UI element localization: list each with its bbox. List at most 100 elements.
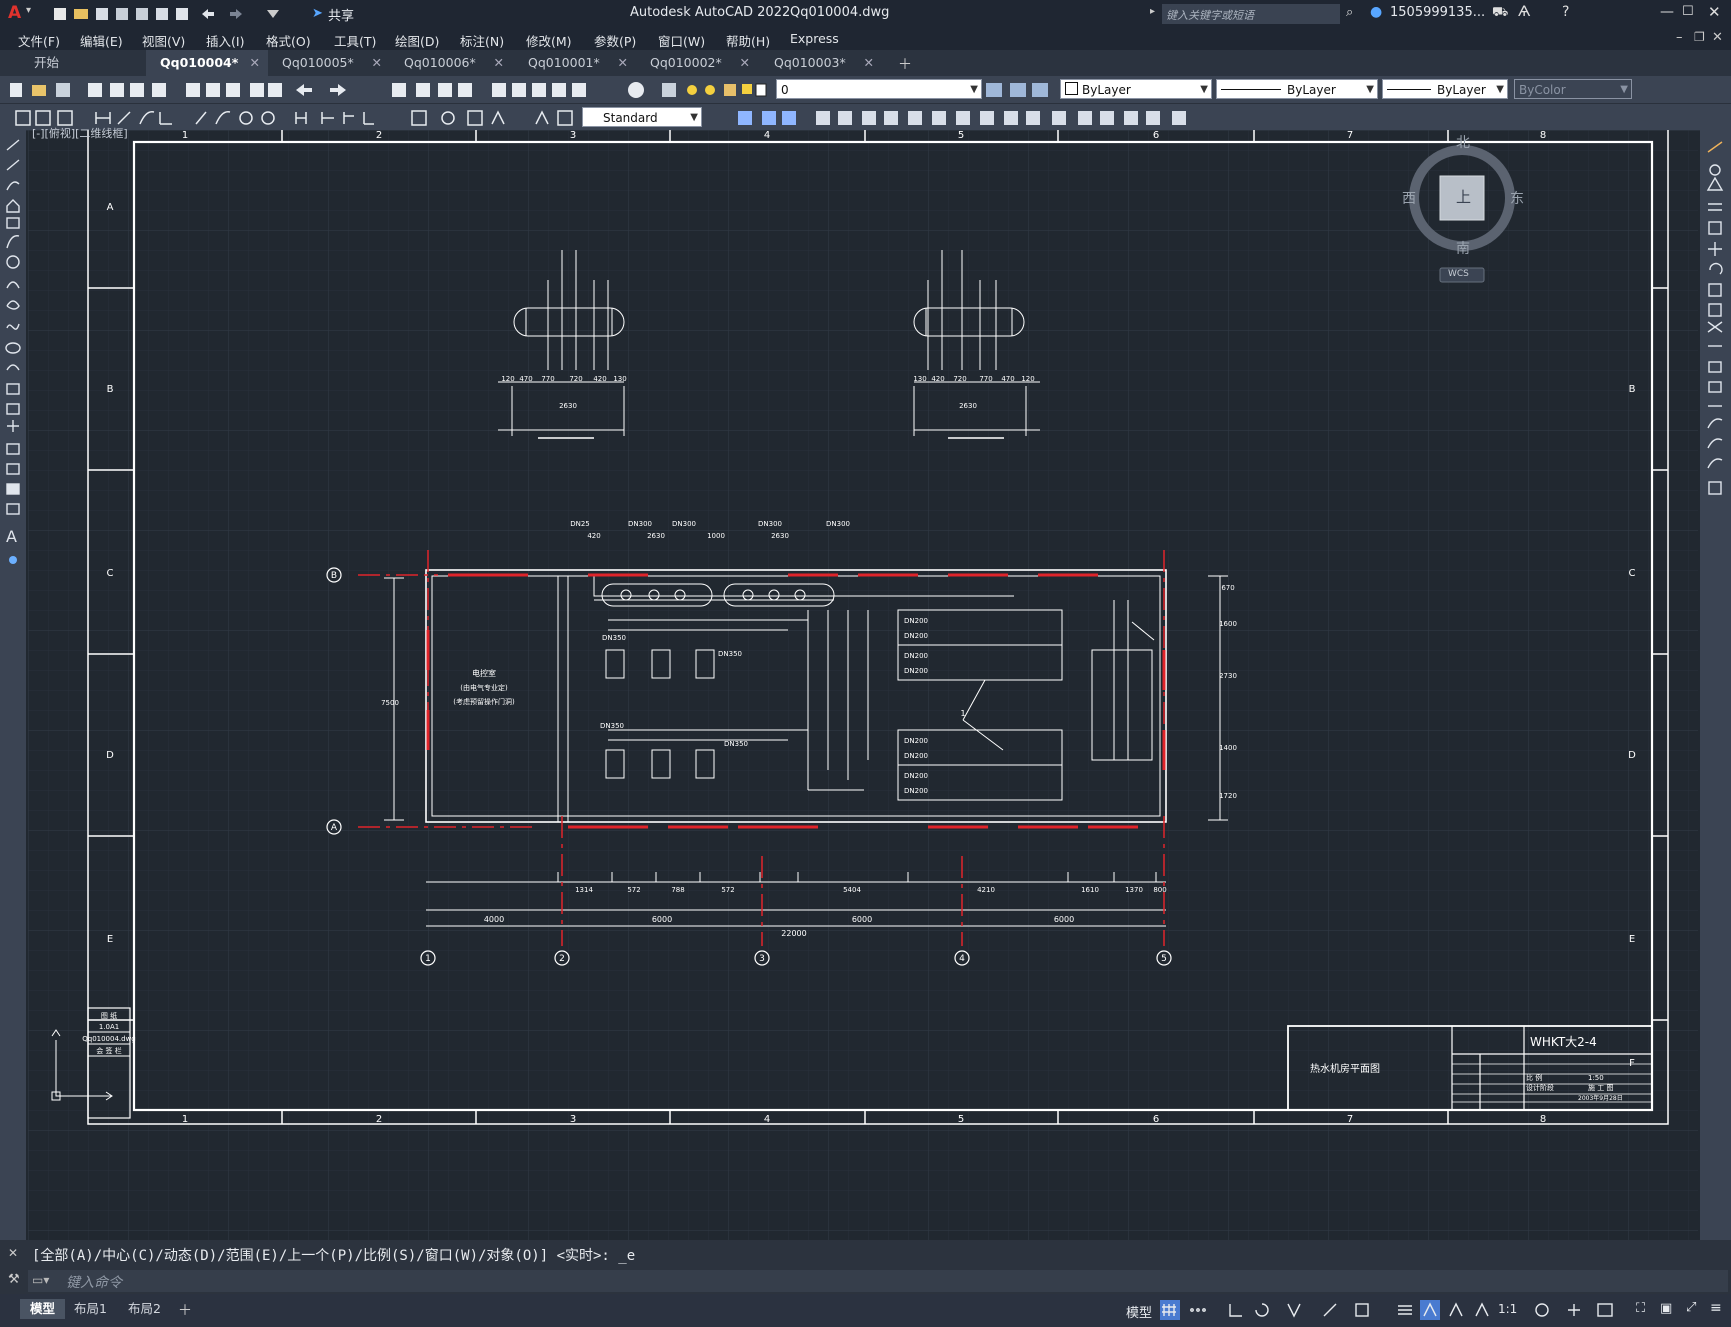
tab-close-icon[interactable]: ✕ (494, 50, 504, 76)
menu-parametric[interactable]: 参数(P) (594, 31, 636, 50)
modify-toolbar-icons[interactable] (706, 108, 1206, 128)
customize-icon[interactable]: ≡ (1710, 1300, 1722, 1316)
viewcube-top-face[interactable]: 上 (1456, 186, 1471, 207)
tab-qq010005[interactable]: Qq010005* ✕ (268, 50, 390, 76)
text-style-dropdown[interactable]: Standard ▼ (582, 107, 702, 127)
layer-tools-icons[interactable] (660, 80, 770, 100)
axis-letter: A (331, 823, 338, 833)
tab-qq010006[interactable]: Qq010006* ✕ (390, 50, 512, 76)
tab-model[interactable]: 模型 (20, 1299, 66, 1319)
pipe-size-label: DN200 (904, 752, 928, 760)
viewcube[interactable]: 北 南 东 西 上 WCS (1398, 135, 1528, 286)
scale-value: 1:50 (1588, 1074, 1604, 1082)
chevron-down-icon: ▼ (1496, 84, 1504, 95)
tab-qq010003[interactable]: Qq010003* ✕ (760, 50, 882, 76)
lineweight-preview (1387, 89, 1431, 90)
cart-icon[interactable]: ⛟ (1492, 5, 1508, 22)
user-name[interactable]: 1505999135... (1390, 5, 1485, 20)
search-box[interactable]: 键入关键字或短语 (1162, 4, 1340, 24)
menu-draw[interactable]: 绘图(D) (395, 31, 439, 50)
viewcube-north[interactable]: 北 (1456, 132, 1470, 152)
menu-file[interactable]: 文件(F) (18, 31, 60, 50)
share-button[interactable]: 共享 (328, 5, 354, 24)
menu-edit[interactable]: 编辑(E) (80, 31, 123, 50)
lineweight-dropdown[interactable]: ByLayer ▼ (1382, 79, 1508, 99)
doc-restore-icon[interactable]: ❐ (1694, 30, 1705, 44)
viewcube-south[interactable]: 南 (1456, 238, 1470, 258)
layer-state-icons[interactable] (984, 80, 1054, 100)
menu-format[interactable]: 格式(O) (266, 31, 311, 50)
autodesk-icon[interactable]: Ѧ (1518, 4, 1530, 20)
top-dimension: 2630 (771, 532, 789, 540)
quick-access-icons[interactable] (52, 6, 282, 22)
chevron-down-icon[interactable]: ▾ (26, 5, 31, 16)
modify-tools-icons[interactable] (1700, 130, 1731, 550)
model-space-button[interactable]: 模型 (1126, 1302, 1152, 1321)
add-layout-icon[interactable]: ＋ (178, 1300, 192, 1320)
viewport-controls[interactable]: [-][俯视][二维线框] (32, 125, 128, 141)
viewcube-west[interactable]: 西 (1402, 188, 1416, 208)
layer-dropdown[interactable]: 0 ▼ (776, 79, 982, 99)
modify-toolbar-right (1700, 130, 1731, 1240)
file-tabs: 开始 Qq010004* ✕ Qq010005* ✕ Qq010006* ✕ Qq01… (0, 50, 1731, 76)
new-tab-icon[interactable]: ＋ (898, 54, 912, 74)
tank-dim: 720 (953, 375, 966, 383)
axis-number: 5 (1161, 954, 1167, 964)
autocad-logo-icon[interactable]: A (8, 3, 21, 23)
tab-close-icon[interactable]: ✕ (372, 50, 382, 76)
doc-minimize-icon[interactable]: – (1676, 30, 1683, 45)
col-label: 5 (958, 1114, 964, 1125)
hardware-icon[interactable]: ▣ (1660, 1301, 1672, 1316)
user-icon[interactable]: ● (1370, 4, 1382, 20)
tab-close-icon[interactable]: ✕ (740, 50, 750, 76)
menu-window[interactable]: 窗口(W) (658, 31, 705, 50)
model-space[interactable]: 1 2 3 4 5 6 7 8 1 2 3 4 5 6 7 8 A B C D … (28, 130, 1698, 1240)
status-toggles[interactable] (1158, 1300, 1628, 1322)
annotation-scale[interactable]: 1:1 (1498, 1302, 1517, 1316)
share-icon[interactable]: ➤ (312, 6, 323, 21)
menu-express[interactable]: Express (790, 31, 839, 46)
command-prompt-icon[interactable]: ▭▾ (32, 1273, 49, 1287)
doc-close-icon[interactable]: ✕ (1712, 30, 1723, 45)
plotstyle-dropdown[interactable]: ByColor ▼ (1514, 79, 1632, 99)
tab-layout1[interactable]: 布局1 (64, 1299, 117, 1319)
tab-qq010001[interactable]: Qq010001* ✕ (514, 50, 636, 76)
close-icon[interactable]: ✕ (1708, 3, 1721, 21)
tab-qq010004[interactable]: Qq010004* ✕ (146, 50, 268, 76)
wcs-menu[interactable]: WCS (1448, 269, 1469, 279)
tab-close-icon[interactable]: ✕ (864, 50, 874, 76)
isolate-icon[interactable]: ⛶ (1636, 1301, 1645, 1316)
close-icon[interactable]: ✕ (8, 1246, 18, 1260)
tab-start[interactable]: 开始 (20, 50, 148, 76)
minimize-icon[interactable]: — (1660, 4, 1674, 20)
menu-tools[interactable]: 工具(T) (334, 31, 376, 50)
linetype-dropdown[interactable]: ByLayer ▼ (1216, 79, 1378, 99)
command-input[interactable]: ▭▾ 键入命令 (28, 1270, 1728, 1292)
tab-label: Qq010002* (650, 55, 722, 70)
menu-insert[interactable]: 插入(I) (206, 31, 244, 50)
tab-label: Qq010004* (160, 55, 239, 70)
pipe-size-label: DN300 (628, 520, 652, 528)
tab-close-icon[interactable]: ✕ (618, 50, 628, 76)
col-label: 4 (764, 130, 770, 141)
menu-help[interactable]: 帮助(H) (726, 31, 770, 50)
menu-view[interactable]: 视图(V) (142, 31, 185, 50)
fullscreen-icon[interactable]: ⤢ (1686, 1300, 1696, 1315)
viewcube-east[interactable]: 东 (1510, 188, 1524, 208)
tab-close-icon[interactable]: ✕ (250, 50, 260, 76)
standard-toolbar-icons[interactable] (6, 80, 666, 100)
color-dropdown[interactable]: ByLayer ▼ (1060, 79, 1212, 99)
menu-bar: 文件(F) 编辑(E) 视图(V) 插入(I) 格式(O) 工具(T) 绘图(D… (0, 28, 1731, 50)
maximize-icon[interactable]: ☐ (1682, 4, 1694, 19)
menu-modify[interactable]: 修改(M) (526, 31, 572, 50)
draw-tools-icons[interactable]: A (0, 130, 26, 600)
tab-layout2[interactable]: 布局2 (118, 1299, 171, 1319)
help-icon[interactable]: ? (1562, 4, 1569, 20)
drawing-canvas[interactable]: 1 2 3 4 5 6 7 8 1 2 3 4 5 6 7 8 A B C D … (28, 127, 1698, 1240)
chevron-right-icon[interactable]: ▸ (1150, 6, 1155, 17)
search-icon[interactable]: ⌕ (1346, 5, 1353, 20)
standard-toolbar: 0 ▼ ByLayer ▼ ByLayer ▼ ByLayer ▼ ByColor ▼ (0, 76, 1731, 104)
menu-dimension[interactable]: 标注(N) (460, 31, 504, 50)
tab-qq010002[interactable]: Qq010002* ✕ (636, 50, 758, 76)
wrench-icon[interactable]: ⚒ (8, 1272, 20, 1287)
